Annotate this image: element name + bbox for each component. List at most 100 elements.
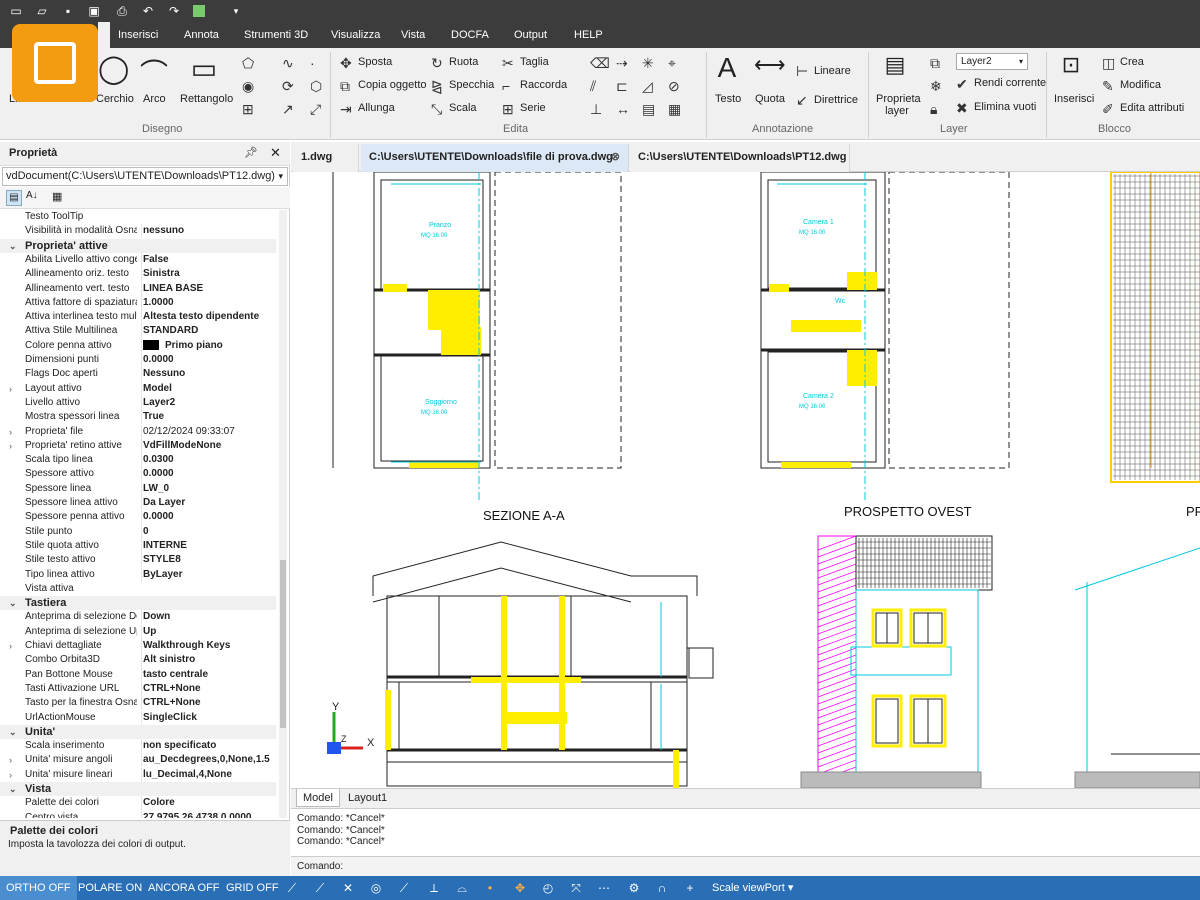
property-row[interactable]: Stile quota attivo INTERNE [0,538,276,553]
pin-icon[interactable]: 📌︎ [244,146,258,159]
property-row[interactable]: Attiva fattore di spaziatura 1.0000 [0,295,276,310]
arco-button[interactable]: Arco [143,93,166,105]
layout-tab-model[interactable]: Model [296,789,340,807]
modifica-button[interactable]: Modifica [1120,79,1161,91]
property-value[interactable]: Layer2 [141,395,276,410]
property-value[interactable]: ByLayer [141,567,276,582]
tab-docfa[interactable]: DOCFA [445,22,495,48]
osnap-nearest-icon[interactable]: ◴ [540,880,556,896]
layout-tab-layout1[interactable]: Layout1 [342,789,393,807]
point-icon[interactable]: · [310,55,315,71]
specchia-button[interactable]: Specchia [449,79,494,91]
offset-icon[interactable]: ⫽ [590,78,596,94]
erase-icon[interactable]: ⌫ [590,55,610,71]
property-value[interactable]: CTRL+None [141,696,276,711]
property-value[interactable]: 27.9795,26.4738,0.0000 [141,810,276,818]
property-row[interactable]: Anteprima di selezione Down Down [0,610,276,625]
property-value[interactable]: 0.0000 [141,467,276,482]
undo-icon[interactable]: ↶ [140,3,156,19]
document-selector[interactable]: vdDocument(C:\Users\UTENTE\Downloads\PT1… [2,167,288,186]
redo-icon[interactable]: ↷ [166,3,182,19]
property-value[interactable]: Down [141,610,276,625]
tab-annota[interactable]: Annota [178,22,225,48]
property-value[interactable]: 1.0000 [141,295,276,310]
open-folder-icon[interactable]: ▱ [34,3,50,19]
property-value[interactable]: Nessuno [141,367,276,382]
property-row[interactable]: Pan Bottone Mouse tasto centrale [0,667,276,682]
ruota-button[interactable]: Ruota [449,56,478,68]
property-row[interactable]: Spessore penna attivo 0.0000 [0,510,276,525]
property-value[interactable]: nessuno [141,224,276,239]
magnet-icon[interactable]: ∩ [654,880,670,896]
save-icon[interactable]: ▪ [60,3,76,19]
hatch-icon[interactable]: ⊞ [242,101,254,117]
property-row[interactable]: UrlActionMouse SingleClick [0,710,276,725]
raccorda-button[interactable]: Raccorda [520,79,567,91]
property-row[interactable]: Abilita Livello attivo congelato False [0,252,276,267]
scala-button[interactable]: Scala [449,102,477,114]
property-row[interactable]: › Proprieta' retino attive VdFillModeNone [0,438,276,453]
quota-button[interactable]: Quota [755,93,785,105]
order-icon[interactable]: ▤ [642,101,655,117]
group-icon[interactable]: ▦ [668,101,681,117]
property-value[interactable]: Alt sinistro [141,653,276,668]
property-value[interactable]: INTERNE [141,538,276,553]
property-row[interactable]: Spessore linea LW_0 [0,481,276,496]
property-value[interactable]: Da Layer [141,496,276,510]
property-row[interactable]: Tipo linea attivo ByLayer [0,567,276,582]
property-row[interactable]: Spessore attivo 0.0000 [0,467,276,482]
expand-icon[interactable]: › [9,439,12,453]
lengthen-icon[interactable]: ↔ [616,101,630,117]
property-value[interactable]: CTRL+None [141,681,276,696]
property-row[interactable]: › Chiavi dettagliate Walkthrough Keys [0,639,276,653]
property-row[interactable]: Tasto per la finestra Osnap CTRL+None [0,696,276,711]
property-value[interactable]: 0 [141,524,276,539]
extend-icon[interactable]: ⇢ [616,55,628,71]
property-value[interactable]: 02/12/2024 09:33:07 [141,424,276,439]
property-value[interactable]: Walkthrough Keys [141,639,276,653]
elimina-vuoti-button[interactable]: Elimina vuoti [974,101,1036,113]
property-value[interactable]: True [141,410,276,425]
osnap-tangent-icon[interactable]: ⌓ [454,880,470,896]
region-icon[interactable]: ⟳ [282,78,294,94]
tab-output[interactable]: Output [508,22,553,48]
osnap-insertion-icon[interactable]: ✥ [512,880,528,896]
property-row[interactable]: Scala tipo linea 0.0300 [0,453,276,468]
property-row[interactable]: › Proprieta' file 02/12/2024 09:33:07 [0,424,276,439]
property-row[interactable]: › Unita' misure lineari lu_Decimal,4,None [0,767,276,782]
property-row[interactable]: Stile testo attivo STYLE8 [0,553,276,568]
property-value[interactable]: 0.0000 [141,353,276,367]
rettangolo-button[interactable]: Rettangolo [180,93,233,105]
expand-icon[interactable]: › [9,382,12,396]
property-row[interactable]: Testo ToolTip [0,210,276,224]
new-file-icon[interactable]: ▭ [8,3,24,19]
expand-icon[interactable]: › [9,425,12,439]
layer-state-icon[interactable]: ⧉ [930,55,940,71]
layer-lock-icon[interactable]: 🔒︎ [930,101,937,117]
property-pages-icon[interactable]: ▦ [52,190,62,203]
osnap-midpoint-icon[interactable]: ⟋ [312,880,328,896]
osnap-settings-icon[interactable]: ⚙ [626,880,642,896]
testo-button[interactable]: Testo [715,93,741,105]
properties-scroll-thumb[interactable] [280,560,286,728]
tab-vista[interactable]: Vista [395,22,431,48]
property-row[interactable]: Tasti Attivazione URL CTRL+None [0,681,276,696]
property-row[interactable]: › Layout attivo Model [0,381,276,396]
property-value[interactable]: SingleClick [141,710,276,725]
tab-inserisci[interactable]: Inserisci [112,22,164,48]
expand-icon[interactable]: › [9,768,12,782]
property-row[interactable]: Palette dei colori Colore [0,796,276,811]
dropdown-arrow-icon[interactable]: ▾ [228,3,244,19]
layer-color-icon[interactable] [193,5,205,17]
osnap-apparent-icon[interactable]: ⤧ [568,880,584,896]
property-value[interactable]: False [141,252,276,267]
property-value[interactable]: lu_Decimal,4,None [141,767,276,782]
property-value[interactable]: Altesta testo dipendente [141,310,276,325]
property-row[interactable]: › Unita' misure angoli au_Decdegrees,0,Non… [0,753,276,768]
property-row[interactable]: Anteprima di selezione Up Up [0,624,276,639]
osnap-node-icon[interactable]: • [482,880,498,896]
osnap-intersection-icon[interactable]: ✕ [340,880,356,896]
collapse-icon[interactable]: ⌄ [9,239,17,253]
property-category[interactable]: ⌄ Tastiera [0,596,276,611]
layer-freeze-icon[interactable]: ❄ [930,78,942,94]
